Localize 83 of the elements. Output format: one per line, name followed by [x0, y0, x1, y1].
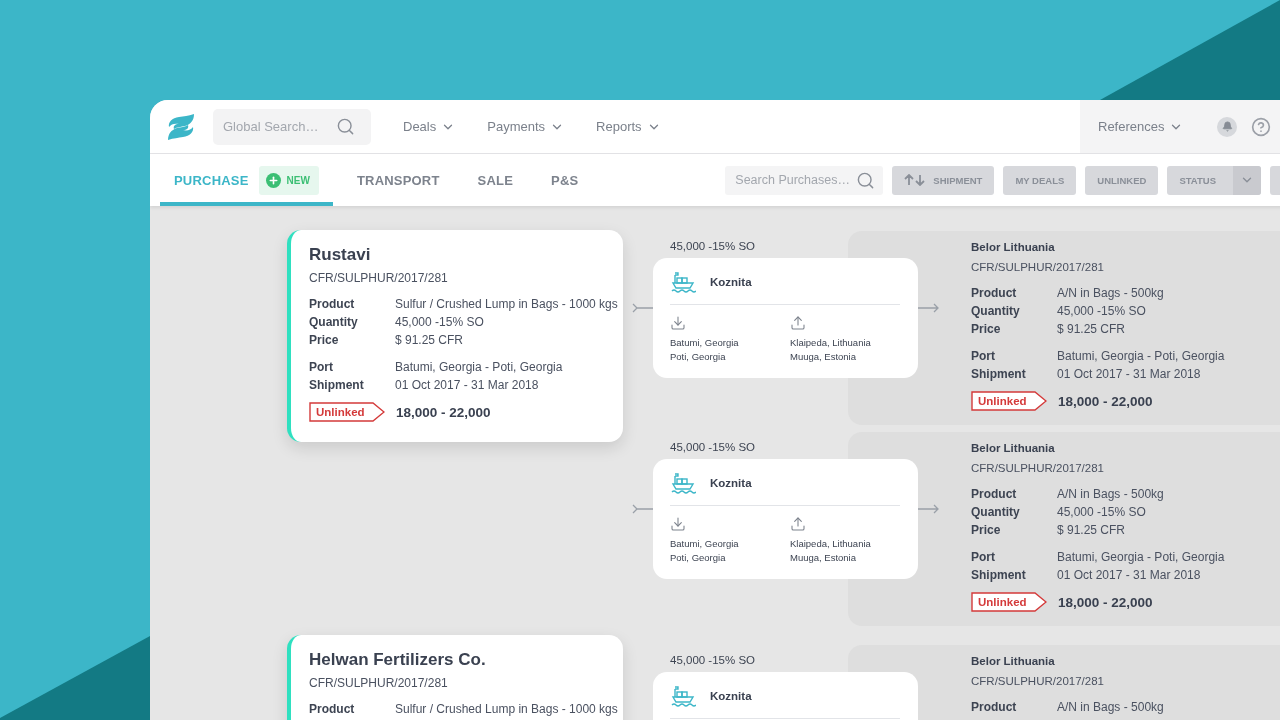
status-tag: Unlinked	[971, 391, 1047, 411]
port-name: Muuga, Estonia	[790, 551, 857, 565]
tab[interactable]: P&S	[537, 154, 593, 206]
field-label: Shipment	[309, 377, 365, 394]
filter-button[interactable]: MY DEALS	[1003, 165, 1077, 195]
field-value: A/N in Bags - 500kg	[1057, 285, 1165, 302]
port-name: Poti, Georgia	[670, 551, 727, 565]
new-button[interactable]: NEW	[258, 165, 319, 195]
vessel-name: Koznita	[710, 477, 752, 489]
quantity-label: 45,000 -15% SO	[669, 653, 757, 667]
deal-reference: CFR/SULPHUR/2017/281	[971, 260, 1105, 275]
vessel-name: Koznita	[710, 276, 752, 288]
field-value: Batumi, Georgia - Poti, Georgia	[1057, 549, 1226, 566]
global-search-field[interactable]: Global Search…	[213, 108, 371, 145]
field-value: 01 Oct 2017 - 31 Mar 2018	[395, 377, 540, 394]
field-value: 01 Oct 2017 - 31 Mar 2018	[1057, 366, 1202, 383]
deal-reference: CFR/SULPHUR/2017/281	[309, 675, 449, 691]
status-dropdown[interactable]: STATUS	[1167, 165, 1261, 195]
field-value: Sulfur / Crushed Lump in Bags - 1000 kgs	[395, 296, 618, 313]
quantity-label: 45,000 -15% SO	[669, 440, 757, 454]
tab[interactable]: PURCHASE NEW	[160, 154, 333, 206]
field-value: $ 91.25 CFR	[395, 332, 465, 349]
port-name: Muuga, Estonia	[790, 350, 857, 364]
quantity-range: 18,000 - 22,000	[1058, 393, 1153, 409]
company-name: Helwan Fertilizers Co.	[309, 649, 487, 671]
tab[interactable]: TRANSPORT	[342, 154, 454, 206]
field-label: Quantity	[971, 303, 1021, 320]
field-value: Batumi, Georgia - Poti, Georgia	[1057, 348, 1226, 365]
field-value: 45,000 -15% SO	[395, 314, 485, 331]
nav-menu[interactable]: Payments	[487, 119, 565, 134]
field-label: Product	[309, 296, 356, 313]
company-name: Belor Lithuania	[971, 240, 1056, 255]
field-label: Port	[971, 549, 996, 566]
field-label: Shipment	[971, 366, 1027, 383]
filter-button[interactable]: UNLINKED	[1085, 165, 1159, 195]
field-label: Quantity	[309, 314, 359, 331]
field-value: $ 91.25 CFR	[1057, 321, 1127, 338]
status-tag: Unlinked	[309, 402, 385, 422]
vessel-name: Koznita	[710, 690, 752, 702]
field-label: Port	[971, 348, 996, 365]
field-label: Price	[971, 522, 1002, 539]
tab[interactable]: SALE	[463, 154, 528, 206]
deal-reference: CFR/SULPHUR/2017/281	[971, 674, 1105, 689]
deal-reference: CFR/SULPHUR/2017/281	[971, 461, 1105, 476]
company-name: Belor Lithuania	[971, 441, 1056, 456]
field-value: Sulfur / Crushed Lump in Bags - 1000 kgs	[395, 701, 618, 718]
field-label: Price	[971, 321, 1002, 338]
deal-reference: CFR/SULPHUR/2017/281	[309, 270, 449, 286]
quantity-range: 18,000 - 22,000	[396, 404, 491, 420]
field-value: 45,000 -15% SO	[1057, 303, 1147, 320]
company-name: Rustavi	[309, 244, 372, 266]
port-name: Klaipeda, Lithuania	[790, 336, 872, 350]
field-value: 45,000 -15% SO	[1057, 504, 1147, 521]
port-name: Batumi, Georgia	[670, 537, 740, 551]
field-label: Product	[971, 285, 1018, 302]
field-label: Port	[309, 359, 334, 376]
port-name: Batumi, Georgia	[670, 336, 740, 350]
field-value: $ 91.25 CFR	[1057, 522, 1127, 539]
quantity-label: 45,000 -15% SO	[669, 239, 757, 253]
field-label: Shipment	[971, 567, 1027, 584]
field-label: Quantity	[971, 504, 1021, 521]
references-menu[interactable]: References	[1098, 119, 1184, 134]
field-label: Product	[971, 699, 1018, 716]
nav-menu[interactable]: Deals	[403, 119, 456, 134]
company-name: Belor Lithuania	[971, 654, 1056, 669]
nav-menu[interactable]: Reports	[596, 119, 661, 134]
field-label: Product	[971, 486, 1018, 503]
transport-card[interactable]: Koznita Batumi, Georgia Poti, Georgia Klaipeda, Lithuania Muuga, Estonia	[653, 258, 918, 378]
purchase-card[interactable]: Helwan Fertilizers Co. CFR/SULPHUR/2017/281 Product Sulfur / Crushed Lump in Bags - 1000 kgs	[287, 635, 623, 720]
transport-card[interactable]: Koznita Batumi, Georgia Poti, Georgia Klaipeda, Lithuania Muuga, Estonia	[653, 459, 918, 579]
port-name: Poti, Georgia	[670, 350, 727, 364]
port-name: Klaipeda, Lithuania	[790, 537, 872, 551]
search-field[interactable]: Search Purchases…	[725, 165, 884, 195]
transport-card[interactable]: Koznita	[653, 672, 918, 720]
sort-button[interactable]: SHIPMENT	[892, 165, 995, 195]
quantity-range: 18,000 - 22,000	[1058, 594, 1153, 610]
status-tag: Unlinked	[971, 592, 1047, 612]
field-value: 01 Oct 2017 - 31 Mar 2018	[1057, 567, 1202, 584]
field-value: A/N in Bags - 500kg	[1057, 486, 1165, 503]
field-label: Product	[309, 701, 356, 718]
field-value: A/N in Bags - 500kg	[1057, 699, 1165, 716]
field-value: Batumi, Georgia - Poti, Georgia	[395, 359, 564, 376]
field-label: Price	[309, 332, 340, 349]
